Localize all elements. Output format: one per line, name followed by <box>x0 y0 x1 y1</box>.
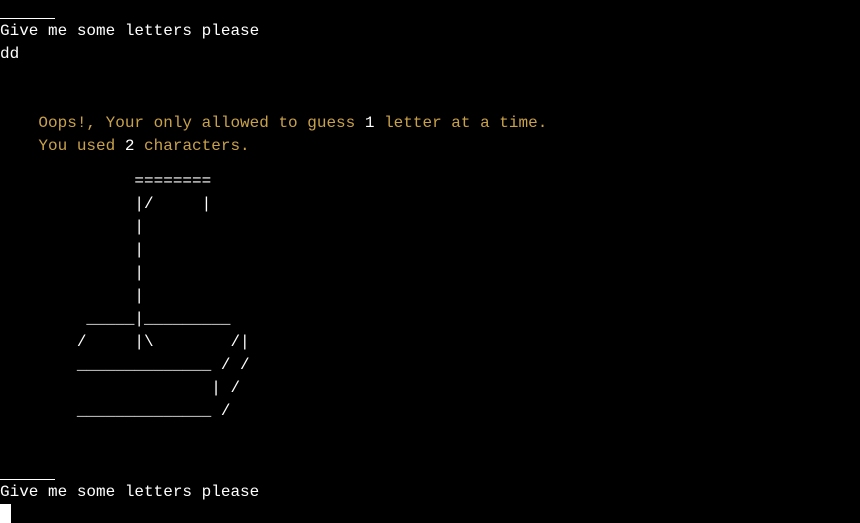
prompt-separator <box>0 18 55 19</box>
input-prompt: Give me some letters please <box>0 22 260 40</box>
user-input-echo: dd <box>0 45 20 63</box>
error-text: characters. <box>134 137 250 155</box>
error-number: 2 <box>124 137 135 155</box>
prompt-separator <box>0 479 55 480</box>
terminal-window[interactable]: Give me some letters please dd Oops!, Yo… <box>0 0 860 523</box>
input-prompt: Give me some letters please <box>0 483 260 501</box>
terminal-cursor[interactable] <box>0 504 11 523</box>
error-text: You used <box>38 137 125 155</box>
error-message-line-2: You used 2 characters. <box>0 112 249 155</box>
hangman-gallows-ascii-art: ======== |/ | | | | | _____|_________ / … <box>76 172 250 420</box>
error-message-line-1: Oops!, Your only allowed to guess 1 lett… <box>0 89 547 132</box>
error-text: letter at a time. <box>374 114 548 132</box>
